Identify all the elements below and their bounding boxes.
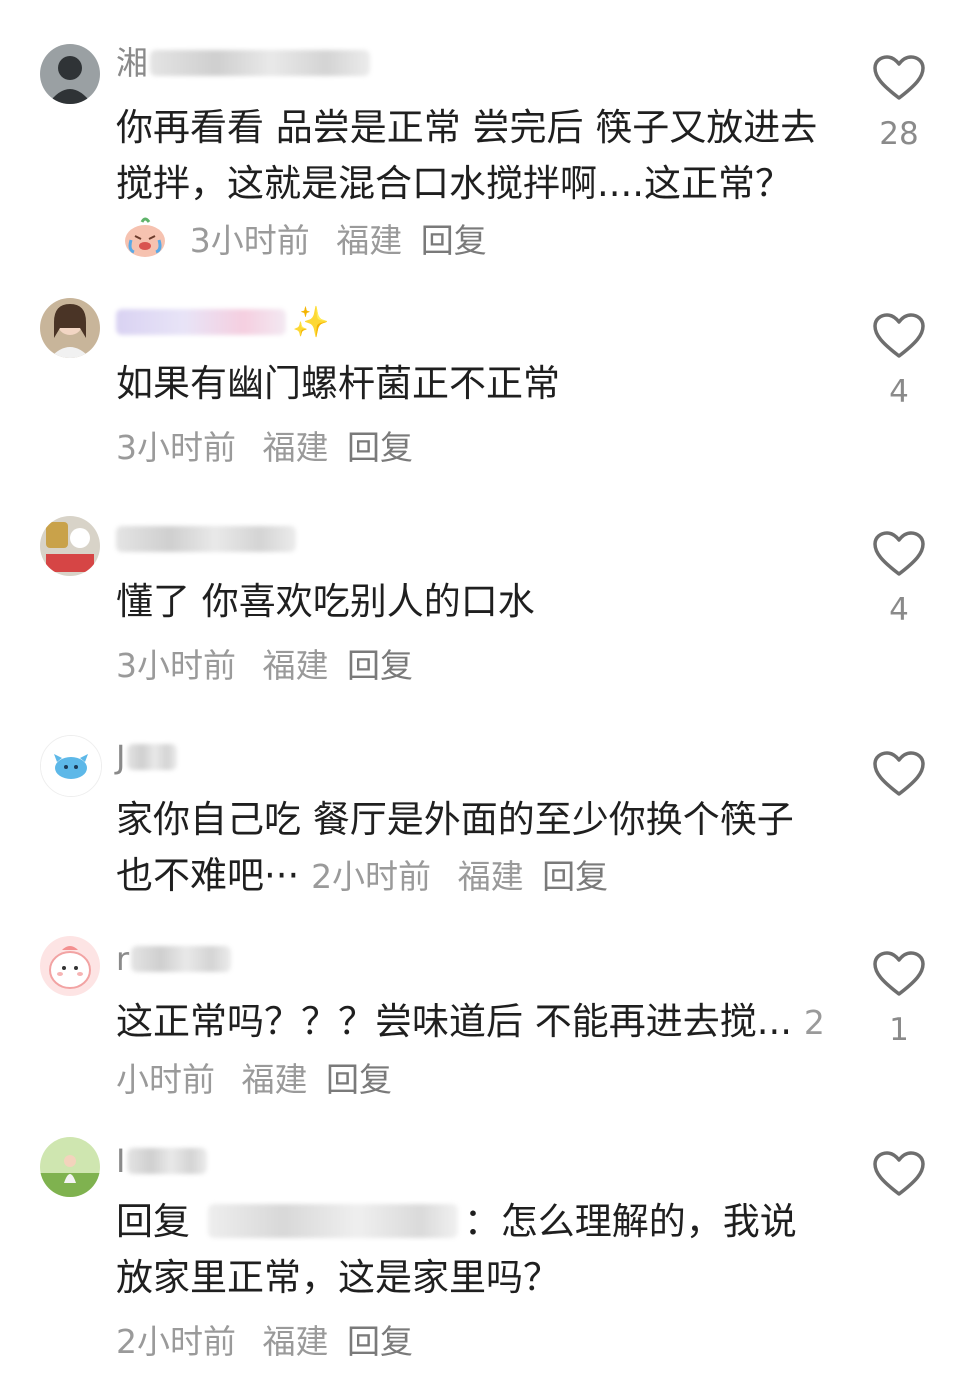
comment-text-block: 懂了 你喜欢吃别人的口水	[116, 574, 826, 630]
like-count: 4	[889, 374, 909, 410]
username-initial: J	[116, 738, 126, 776]
blurred-mention[interactable]	[207, 1204, 458, 1238]
blurred-username	[127, 744, 178, 770]
comment-meta: 3小时前 福建 回复	[116, 646, 413, 686]
comment-text-block: 回复 ：怎么理解的，我说放家里正常，这是家里吗？	[116, 1194, 826, 1306]
username-initial: 湘	[116, 44, 149, 82]
comment-time: 3小时前	[116, 646, 236, 685]
comment-text: 这正常吗？？？尝味道后 不能再进去搅...	[116, 1000, 793, 1043]
comment-time: 2小时前	[311, 857, 432, 896]
avatar[interactable]	[40, 936, 100, 996]
username[interactable]: ✨	[116, 304, 330, 340]
blurred-username	[150, 50, 371, 76]
username[interactable]: J	[116, 738, 178, 776]
like-button[interactable]	[868, 1150, 930, 1212]
comment-location: 福建	[262, 1322, 329, 1361]
comment-text-block: 这正常吗？？？尝味道后 不能再进去搅... 2小时前 福建 回复	[116, 994, 826, 1108]
comment-time: 2小时前	[116, 1322, 236, 1361]
like-button[interactable]: 4	[868, 312, 930, 410]
heart-icon	[873, 313, 925, 358]
heart-icon	[873, 531, 925, 576]
username[interactable]: 湘	[116, 44, 371, 82]
comment-location: 福建	[336, 221, 403, 260]
username[interactable]: I	[116, 1142, 208, 1180]
comment-text-block: 你再看看 品尝是正常 尝完后 筷子又放进去搅拌，这就是混合口水搅拌啊....这正…	[116, 100, 826, 269]
comment-text-block: 家你自己吃 餐厅是外面的至少你换个筷子也不难吧··· 2小时前 福建 回复	[116, 792, 826, 905]
heart-icon	[873, 1151, 925, 1196]
comment-location: 福建	[241, 1060, 308, 1099]
like-count: 4	[889, 592, 909, 628]
blurred-username	[127, 1148, 208, 1174]
blurred-username	[131, 946, 232, 972]
reply-button[interactable]: 回复	[347, 646, 413, 685]
avatar[interactable]	[40, 516, 100, 576]
like-button[interactable]: 28	[868, 54, 930, 152]
heart-icon	[873, 751, 925, 796]
heart-icon	[873, 55, 925, 100]
sparkle-icon: ✨	[292, 304, 330, 340]
blurred-username	[116, 309, 286, 335]
comment-time: 3小时前	[189, 221, 310, 260]
avatar[interactable]	[40, 735, 102, 797]
comment-time: 3小时前	[116, 428, 236, 467]
comment-text: 如果有幽门螺杆菌正不正常	[116, 362, 560, 405]
username-initial: r	[116, 940, 130, 978]
username-initial: I	[116, 1142, 126, 1180]
like-button[interactable]: 4	[868, 530, 930, 628]
reply-button[interactable]: 回复	[542, 857, 608, 896]
blurred-username	[116, 526, 296, 552]
comment-location: 福建	[262, 646, 329, 685]
avatar[interactable]	[40, 44, 100, 104]
crying-face-emoji-icon	[125, 217, 165, 257]
like-button[interactable]	[868, 750, 930, 812]
avatar[interactable]	[40, 298, 100, 358]
like-button[interactable]: 1	[868, 950, 930, 1048]
username[interactable]: r	[116, 940, 232, 978]
comment-meta: 2小时前 福建 回复	[116, 1322, 413, 1362]
heart-icon	[873, 951, 925, 996]
comment-text-block: 如果有幽门螺杆菌正不正常	[116, 356, 826, 412]
comment-location: 福建	[262, 428, 329, 467]
reply-prefix: 回复	[116, 1200, 190, 1243]
comment-meta: 3小时前 福建 回复	[116, 428, 413, 468]
reply-button[interactable]: 回复	[347, 1322, 413, 1361]
reply-button[interactable]: 回复	[326, 1060, 392, 1099]
comment-location: 福建	[457, 857, 524, 896]
like-count: 1	[889, 1012, 909, 1048]
like-count: 28	[879, 116, 919, 152]
comment-text: 懂了 你喜欢吃别人的口水	[116, 580, 535, 623]
reply-button[interactable]: 回复	[421, 221, 487, 260]
comment-text: 你再看看 品尝是正常 尝完后 筷子又放进去搅拌，这就是混合口水搅拌啊....这正…	[116, 106, 818, 205]
avatar[interactable]	[40, 1137, 100, 1197]
username[interactable]	[116, 522, 296, 556]
reply-button[interactable]: 回复	[347, 428, 413, 467]
